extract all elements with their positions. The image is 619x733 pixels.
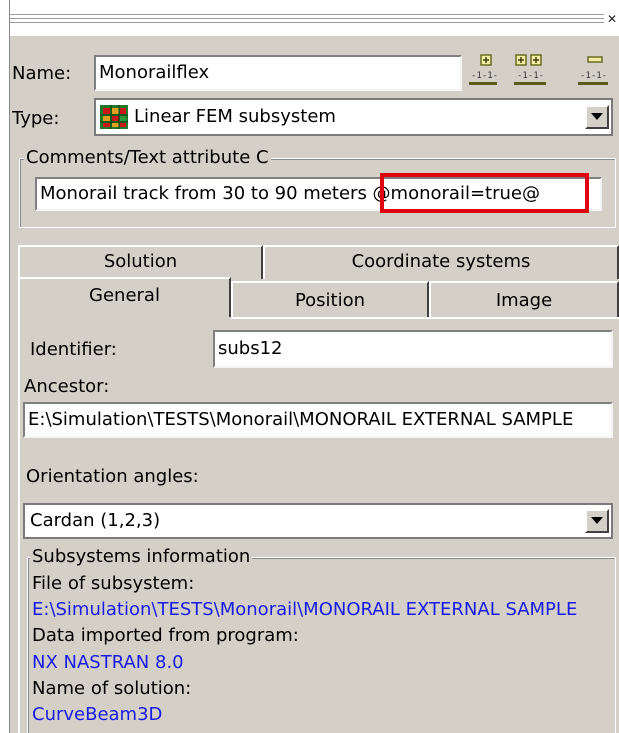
panel-title-bar[interactable]: ✕ xyxy=(10,0,619,36)
ancestor-input[interactable]: E:\Simulation\TESTS\Monorail\MONORAIL EX… xyxy=(23,402,613,438)
name-label: Name: xyxy=(12,63,72,84)
chevron-down-icon[interactable] xyxy=(585,509,609,533)
tab-image[interactable]: Image xyxy=(429,281,619,317)
solution-name-value: CurveBeam3D xyxy=(32,704,163,725)
identifier-input[interactable]: subs12 xyxy=(213,330,613,368)
tab-solution[interactable]: Solution xyxy=(18,245,263,279)
svg-text:-1-1-: -1-1- xyxy=(580,71,607,81)
type-label: Type: xyxy=(12,108,60,129)
remove-icon[interactable]: -1-1- xyxy=(578,53,608,89)
fem-grid-icon xyxy=(100,105,128,129)
comments-group-title: Comments/Text attribute C xyxy=(24,147,271,169)
properties-panel: ✕ Name: Monorailflex -1-1- -1-1- -1-1- T… xyxy=(10,0,619,733)
name-input[interactable]: Monorailflex xyxy=(94,55,462,91)
file-of-subsystem-label: File of subsystem: xyxy=(32,573,195,594)
add-node-icon[interactable]: -1-1- xyxy=(469,53,498,89)
tab-coordinate-systems[interactable]: Coordinate systems xyxy=(263,245,619,279)
svg-text:-1-1-: -1-1- xyxy=(517,71,544,81)
close-icon[interactable]: ✕ xyxy=(607,13,617,25)
orientation-label: Orientation angles: xyxy=(26,466,199,487)
orientation-select[interactable]: Cardan (1,2,3) xyxy=(23,503,613,539)
comments-text: Monorail track from 30 to 90 meters xyxy=(40,183,373,204)
type-select[interactable]: Linear FEM subsystem xyxy=(94,98,613,136)
imported-program-value: NX NASTRAN 8.0 xyxy=(32,652,184,673)
chevron-down-icon[interactable] xyxy=(585,105,609,129)
tab-baseline xyxy=(231,317,619,319)
ancestor-label: Ancestor: xyxy=(24,376,110,397)
add-multiple-icon[interactable]: -1-1- xyxy=(514,53,546,89)
tab-position[interactable]: Position xyxy=(231,281,429,317)
identifier-label: Identifier: xyxy=(30,339,117,360)
tab-content-border xyxy=(18,317,20,733)
type-value: Linear FEM subsystem xyxy=(134,106,336,127)
subsystems-info-title: Subsystems information xyxy=(30,546,253,568)
svg-text:-1-1-: -1-1- xyxy=(471,71,497,81)
orientation-value: Cardan (1,2,3) xyxy=(30,510,161,531)
file-of-subsystem-value: E:\Simulation\TESTS\Monorail\MONORAIL EX… xyxy=(32,599,578,620)
imported-program-label: Data imported from program: xyxy=(32,625,299,646)
attribute-highlight-box xyxy=(380,173,589,213)
tab-general[interactable]: General xyxy=(18,277,231,317)
solution-name-label: Name of solution: xyxy=(32,678,192,699)
